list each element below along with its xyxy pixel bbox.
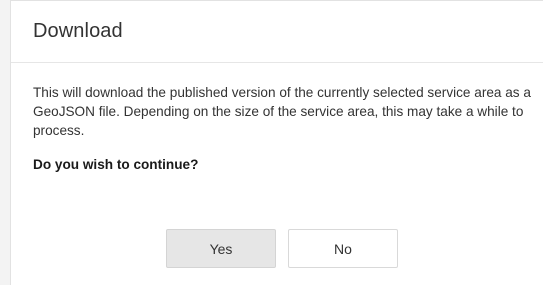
dialog-question: Do you wish to continue? bbox=[33, 157, 199, 172]
dialog-body: This will download the published version… bbox=[11, 63, 543, 172]
dialog-header: Download bbox=[11, 1, 543, 63]
dialog-message: This will download the published version… bbox=[33, 85, 531, 138]
yes-button[interactable]: Yes bbox=[166, 229, 276, 268]
no-button[interactable]: No bbox=[288, 229, 398, 268]
download-dialog: Download This will download the publishe… bbox=[10, 0, 543, 285]
dialog-title: Download bbox=[33, 20, 123, 42]
